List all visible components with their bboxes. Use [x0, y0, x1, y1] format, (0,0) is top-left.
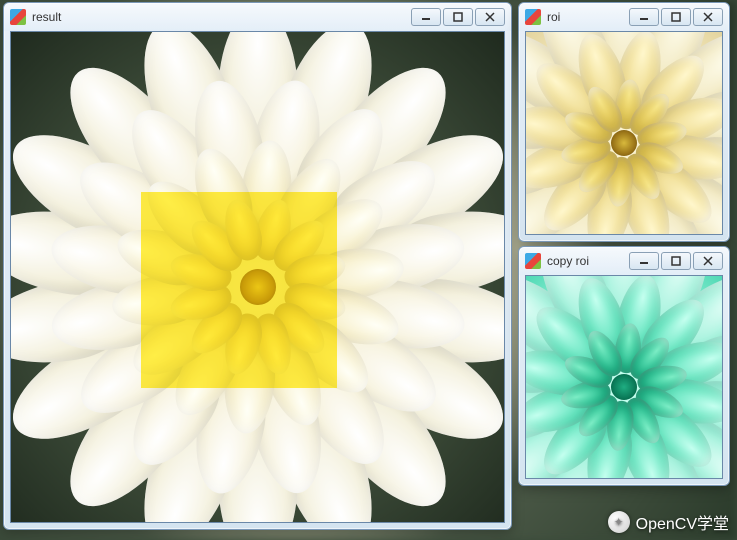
- window-controls: [627, 252, 723, 270]
- window-title: copy roi: [547, 254, 627, 268]
- window-result: result: [3, 2, 512, 530]
- flower-image-copy-roi: [526, 276, 722, 478]
- window-copy-roi: copy roi: [518, 246, 730, 486]
- flower-image-roi: [526, 32, 722, 234]
- titlebar-copy-roi[interactable]: copy roi: [519, 247, 729, 275]
- maximize-button[interactable]: [661, 8, 691, 26]
- window-controls: [409, 8, 505, 26]
- image-canvas-copy-roi: [525, 275, 723, 479]
- maximize-button[interactable]: [661, 252, 691, 270]
- maximize-button[interactable]: [443, 8, 473, 26]
- window-controls: [627, 8, 723, 26]
- image-canvas-result: [10, 31, 505, 523]
- chat-icon: ✦: [608, 511, 630, 533]
- app-icon: [525, 9, 541, 25]
- titlebar-roi[interactable]: roi: [519, 3, 729, 31]
- window-roi: roi: [518, 2, 730, 242]
- close-button[interactable]: [693, 8, 723, 26]
- window-title: roi: [547, 10, 627, 24]
- app-icon: [525, 253, 541, 269]
- watermark: ✦ OpenCV学堂: [608, 510, 729, 534]
- close-button[interactable]: [693, 252, 723, 270]
- minimize-button[interactable]: [629, 252, 659, 270]
- watermark-text: OpenCV学堂: [636, 510, 729, 534]
- minimize-button[interactable]: [411, 8, 441, 26]
- window-title: result: [32, 10, 409, 24]
- image-canvas-roi: [525, 31, 723, 235]
- roi-overlay-add: [141, 192, 337, 388]
- minimize-button[interactable]: [629, 8, 659, 26]
- app-icon: [10, 9, 26, 25]
- titlebar-result[interactable]: result: [4, 3, 511, 31]
- close-button[interactable]: [475, 8, 505, 26]
